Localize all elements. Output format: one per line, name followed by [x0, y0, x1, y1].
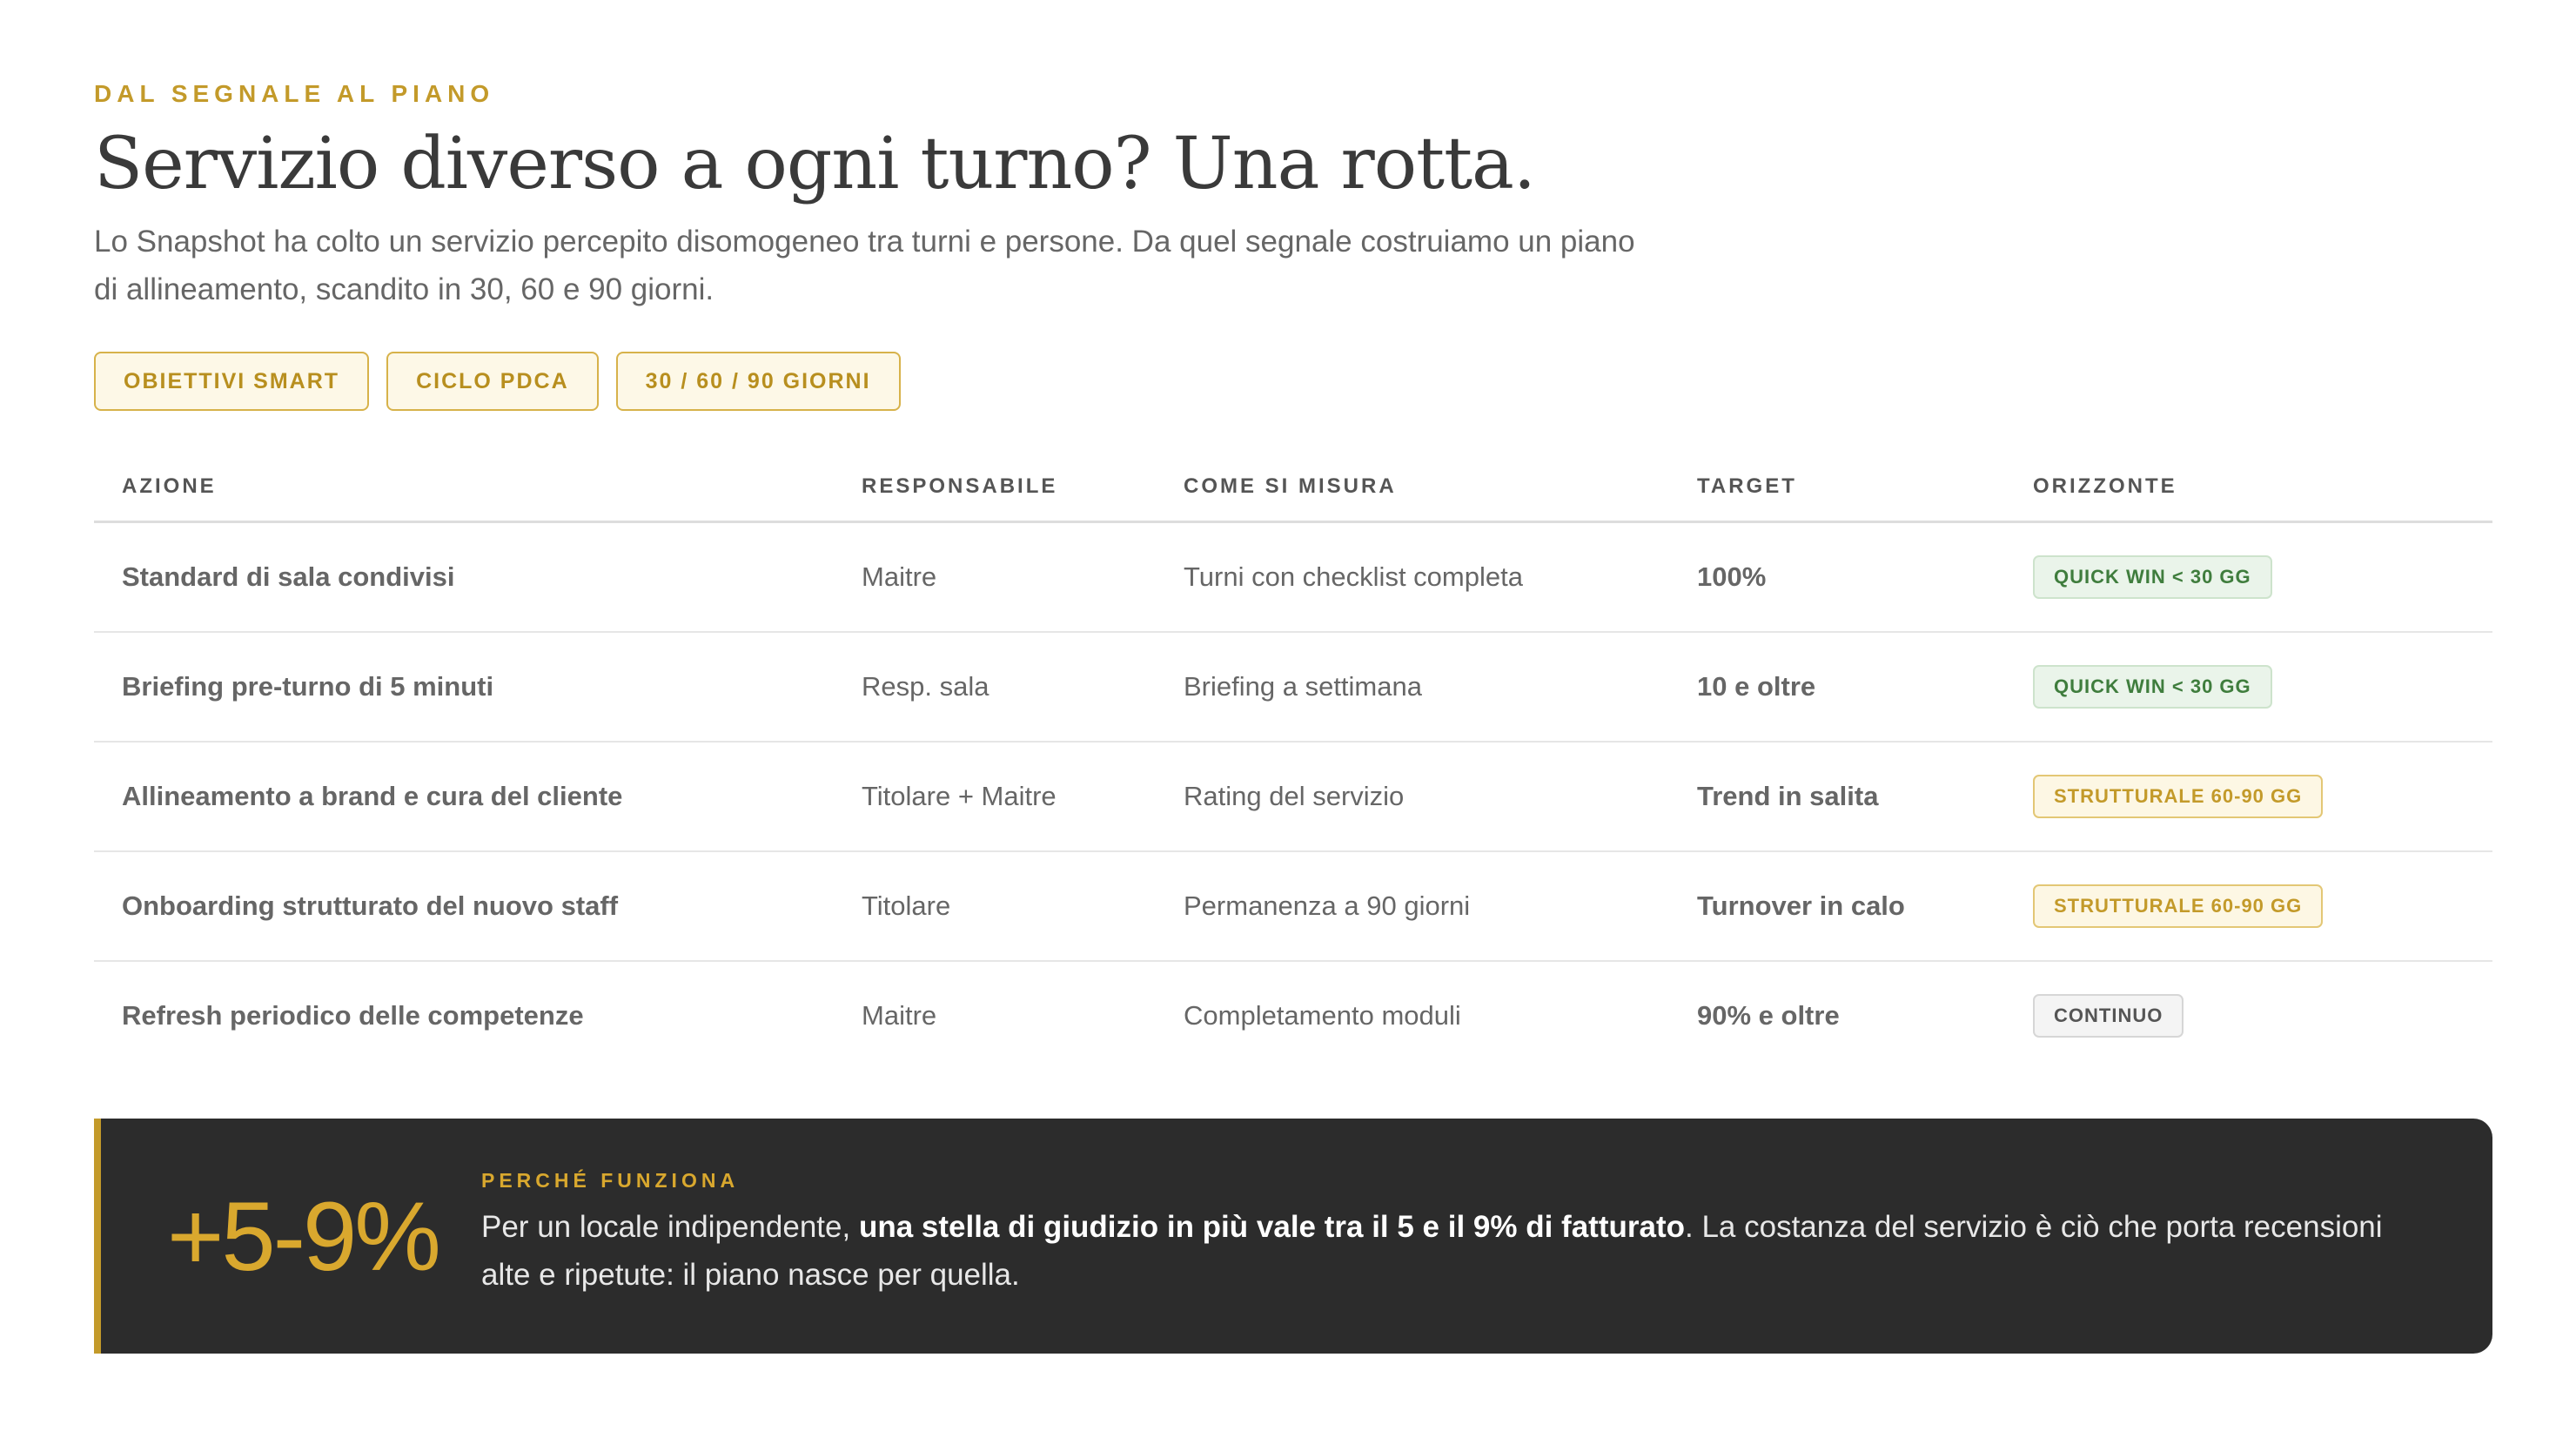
tag-30-60-90: 30 / 60 / 90 GIORNI — [615, 352, 901, 412]
horizon-badge: CONTINUO — [2033, 994, 2184, 1038]
cell-owner: Titolare — [862, 851, 1184, 963]
cell-horizon: STRUTTURALE 60-90 GG — [2033, 742, 2492, 853]
cell-horizon: STRUTTURALE 60-90 GG — [2033, 851, 2492, 963]
callout-body: Per un locale indipendente, una stella d… — [481, 1203, 2396, 1299]
cell-action: Onboarding strutturato del nuovo staff — [94, 851, 862, 963]
table-row: Onboarding strutturato del nuovo staff T… — [94, 851, 2492, 963]
column-header-action: AZIONE — [94, 453, 862, 524]
cell-target: Trend in salita — [1697, 742, 2033, 853]
horizon-badge: STRUTTURALE 60-90 GG — [2033, 884, 2324, 929]
column-header-target: TARGET — [1697, 453, 2033, 524]
cell-measure: Rating del servizio — [1184, 742, 1697, 853]
callout-stat: +5-9% — [167, 1182, 441, 1291]
action-plan-table: AZIONE RESPONSABILE COME SI MISURA TARGE… — [94, 453, 2492, 1070]
cell-owner: Maitre — [862, 1000, 937, 1031]
callout-body-start: Per un locale indipendente, — [481, 1210, 859, 1244]
page: DAL SEGNALE AL PIANO Servizio diverso a … — [0, 0, 2576, 1438]
cell-measure: Completamento moduli — [1184, 1000, 1461, 1031]
table-header-row: AZIONE RESPONSABILE COME SI MISURA TARGE… — [94, 453, 2492, 524]
cell-measure: Briefing a settimana — [1184, 632, 1697, 743]
cell-target: 90% e oltre — [1697, 1000, 1840, 1031]
callout-body-bold: una stella di giudizio in più vale tra i… — [858, 1210, 1685, 1244]
column-header-measure: COME SI MISURA — [1184, 453, 1697, 524]
horizon-badge: STRUTTURALE 60-90 GG — [2033, 775, 2324, 819]
why-it-works-callout: +5-9% PERCHÉ FUNZIONA Per un locale indi… — [94, 1119, 2492, 1354]
column-header-horizon: ORIZZONTE — [2033, 453, 2492, 524]
main-content: DAL SEGNALE AL PIANO Servizio diverso a … — [94, 80, 2492, 1070]
cell-owner: Maitre — [862, 521, 1184, 634]
cell-action: Allineamento a brand e cura del cliente — [94, 742, 862, 853]
table-row: Refresh periodico delle competenze Maitr… — [94, 961, 2492, 1070]
table-row: Allineamento a brand e cura del cliente … — [94, 742, 2492, 853]
cell-horizon: QUICK WIN < 30 GG — [2033, 632, 2492, 743]
cell-target: 100% — [1697, 521, 2033, 634]
cell-horizon: CONTINUO — [2033, 961, 2492, 1070]
eyebrow: DAL SEGNALE AL PIANO — [94, 80, 495, 107]
cell-horizon: QUICK WIN < 30 GG — [2033, 521, 2492, 634]
cell-target: Turnover in calo — [1697, 851, 2033, 963]
cell-target: 10 e oltre — [1697, 632, 2033, 743]
horizon-badge: QUICK WIN < 30 GG — [2033, 555, 2272, 600]
table-row: Standard di sala condivisi Maitre Turni … — [94, 521, 2492, 634]
table-row: Briefing pre-turno di 5 minuti Resp. sal… — [94, 632, 2492, 743]
callout-text: PERCHÉ FUNZIONA Per un locale indipenden… — [481, 1169, 2396, 1299]
cell-owner: Resp. sala — [862, 632, 1184, 743]
column-header-owner: RESPONSABILE — [862, 453, 1184, 524]
cell-action: Refresh periodico delle competenze — [122, 1000, 584, 1031]
cell-owner: Titolare + Maitre — [862, 742, 1184, 853]
cell-action: Briefing pre-turno di 5 minuti — [94, 632, 862, 743]
cell-measure: Permanenza a 90 giorni — [1184, 851, 1697, 963]
page-title: Servizio diverso a ogni turno? Una rotta… — [94, 123, 1536, 205]
intro-text: Lo Snapshot ha colto un servizio percepi… — [94, 225, 1635, 307]
tag-smart-goals: OBIETTIVI SMART — [94, 352, 370, 412]
cell-action: Standard di sala condivisi — [94, 521, 862, 634]
tag-pdca-cycle: CICLO PDCA — [386, 352, 599, 412]
callout-eyebrow: PERCHÉ FUNZIONA — [481, 1169, 740, 1192]
cell-measure: Turni con checklist completa — [1184, 521, 1697, 634]
horizon-badge: QUICK WIN < 30 GG — [2033, 665, 2272, 709]
tag-list: OBIETTIVI SMART CICLO PDCA 30 / 60 / 90 … — [94, 352, 2492, 412]
